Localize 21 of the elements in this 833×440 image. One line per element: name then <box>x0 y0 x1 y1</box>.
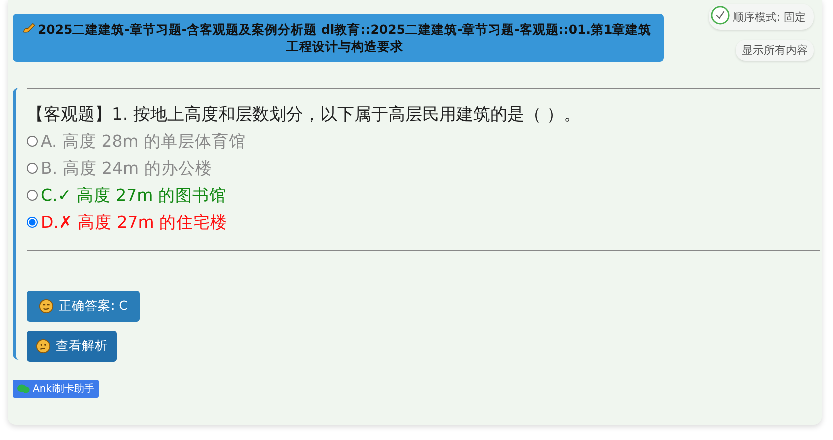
question-text: 【客观题】1. 按地上高度和层数划分，以下属于高层民用建筑的是（ ）。 <box>27 104 582 126</box>
chat-bubbles-icon <box>17 384 30 394</box>
header-title: 2025二建建筑-章节习题-含客观题及案例分析题 dl教育::2025二建建筑-章节习题-客观题::01.第1章建筑工程设计与构造要求 <box>36 21 653 55</box>
thinking-face-icon <box>36 339 51 354</box>
order-mode-label: 顺序模式: 固定 <box>732 10 806 24</box>
badge-label: Anki制卡助手 <box>33 382 95 396</box>
option-radio[interactable] <box>27 136 38 147</box>
correct-answer-button[interactable]: 正确答案: C <box>27 291 140 322</box>
helper-badge[interactable]: Anki制卡助手 <box>13 380 99 398</box>
option-text: B. 高度 24m 的办公楼 <box>41 158 212 180</box>
view-analysis-button[interactable]: 查看解析 <box>27 331 117 362</box>
order-mode-toggle[interactable]: 顺序模式: 固定 <box>708 4 814 30</box>
option-text: D.✗ 高度 27m 的住宅楼 <box>41 212 228 234</box>
option-radio[interactable] <box>27 217 38 228</box>
writing-hand-icon <box>23 21 36 35</box>
show-all-button[interactable]: 显示所有内容 <box>736 40 814 61</box>
smirk-face-icon <box>39 299 54 314</box>
option-text: C.✓ 高度 27m 的图书馆 <box>41 184 226 206</box>
option-radio[interactable] <box>27 163 38 174</box>
option-text: A. 高度 28m 的单层体育馆 <box>41 130 246 152</box>
option-radio[interactable] <box>27 190 38 201</box>
